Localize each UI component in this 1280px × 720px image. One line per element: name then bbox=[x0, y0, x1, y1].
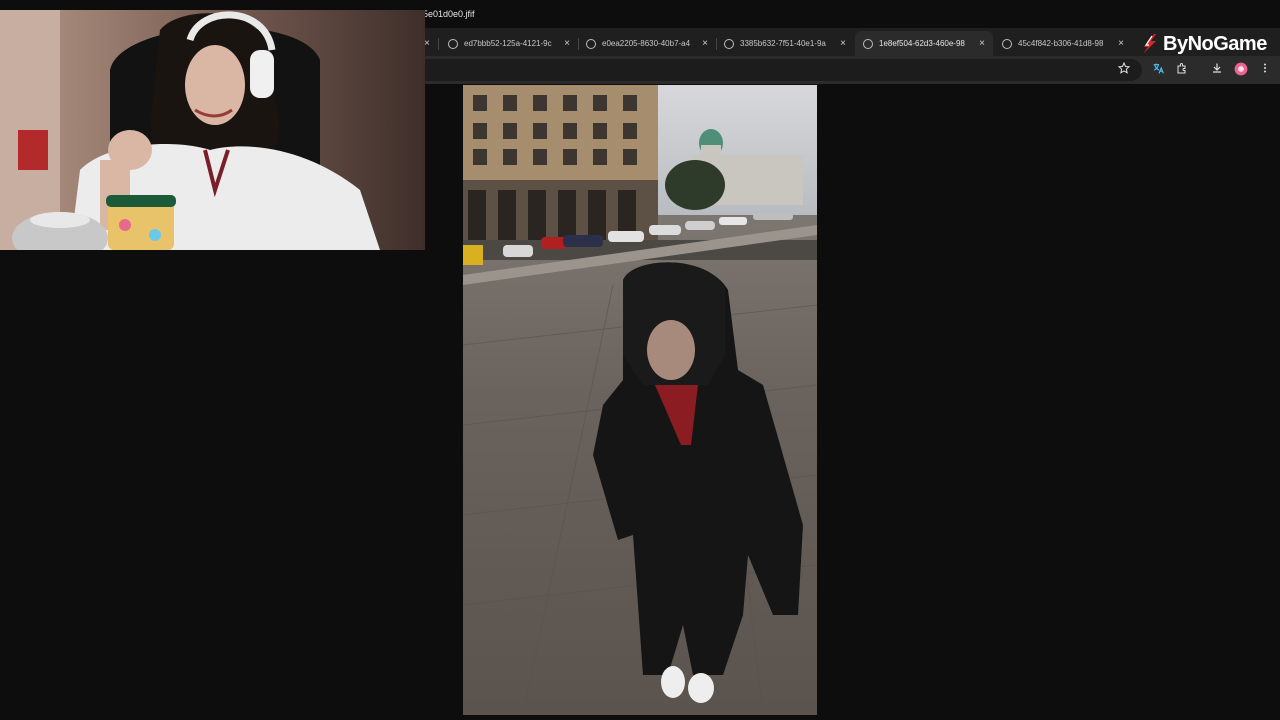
translate-icon[interactable] bbox=[1150, 62, 1166, 78]
tab-4[interactable]: 45c4f842-b306-41d8-98 × bbox=[994, 31, 1132, 56]
extensions-icon[interactable] bbox=[1174, 62, 1190, 78]
tab-close-icon[interactable]: × bbox=[840, 38, 846, 49]
bynogame-logo-icon bbox=[1143, 34, 1156, 54]
tab-title: e0ea2205-8630-40b7-a4 bbox=[602, 39, 691, 48]
tab-title: 1e8ef504-62d3-460e-98 bbox=[879, 39, 965, 48]
globe-icon bbox=[863, 38, 873, 49]
tab-close-icon[interactable]: × bbox=[1118, 38, 1124, 49]
tab-2[interactable]: 3385b632-7f51-40e1-9a × bbox=[716, 31, 854, 56]
download-icon[interactable] bbox=[1209, 62, 1225, 78]
more-icon[interactable] bbox=[1257, 62, 1273, 78]
tab-title: ed7bbb52-125a-4121-9c bbox=[464, 39, 552, 48]
bynogame-logo: ByNoGame bbox=[1140, 30, 1267, 58]
tab-close-icon[interactable]: × bbox=[979, 38, 985, 49]
screen: × ed7bbb52-125a-4121-9c × e0ea2205-8630-… bbox=[0, 0, 1280, 720]
globe-icon bbox=[724, 38, 734, 49]
tab-title: 45c4f842-b306-41d8-98 bbox=[1018, 39, 1104, 48]
globe-icon bbox=[1002, 38, 1012, 49]
tab-0[interactable]: ed7bbb52-125a-4121-9c × bbox=[440, 31, 578, 56]
profile-icon[interactable] bbox=[1233, 62, 1249, 78]
image-viewer-photo bbox=[463, 85, 817, 715]
tab-1[interactable]: e0ea2205-8630-40b7-a4 × bbox=[578, 31, 716, 56]
tab-3-active[interactable]: 1e8ef504-62d3-460e-98 × bbox=[855, 31, 993, 56]
tab-partial[interactable]: × bbox=[424, 31, 436, 56]
tab-close-icon[interactable]: × bbox=[702, 38, 708, 49]
logo-text: ByNoGame bbox=[1163, 32, 1267, 55]
tab-separator bbox=[438, 38, 439, 50]
globe-icon bbox=[448, 38, 458, 49]
globe-icon bbox=[586, 38, 596, 49]
address-bar[interactable] bbox=[412, 59, 1142, 81]
street-photo bbox=[463, 85, 817, 715]
tab-title: 3385b632-7f51-40e1-9a bbox=[740, 39, 826, 48]
star-icon[interactable] bbox=[1116, 61, 1132, 78]
tab-close-icon[interactable]: × bbox=[564, 38, 570, 49]
url-text[interactable]: 5e01d0e0.jfif bbox=[423, 9, 475, 19]
webcam-overlay bbox=[0, 10, 425, 250]
webcam-feed bbox=[0, 10, 425, 250]
